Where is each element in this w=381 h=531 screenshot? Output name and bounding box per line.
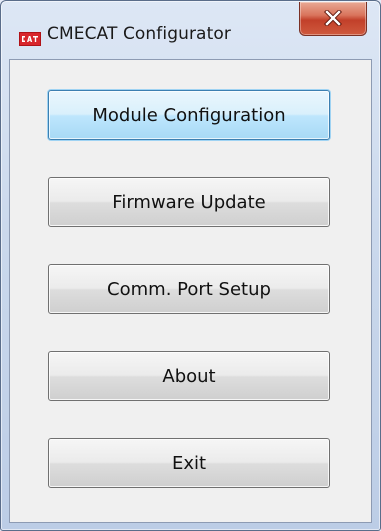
cmecat-logo-icon (19, 31, 41, 46)
about-button[interactable]: About (48, 351, 330, 401)
module-configuration-button[interactable]: Module Configuration (48, 90, 330, 140)
title-bar[interactable]: CMECAT Configurator (1, 1, 380, 59)
comm-port-setup-button[interactable]: Comm. Port Setup (48, 264, 330, 314)
client-area: Module Configuration Firmware Update Com… (9, 59, 372, 523)
close-button[interactable] (299, 2, 367, 36)
close-icon (324, 10, 342, 26)
exit-button[interactable]: Exit (48, 438, 330, 488)
app-window: CMECAT Configurator Module Configuration… (0, 0, 381, 531)
firmware-update-button[interactable]: Firmware Update (48, 177, 330, 227)
window-title: CMECAT Configurator (47, 24, 231, 44)
